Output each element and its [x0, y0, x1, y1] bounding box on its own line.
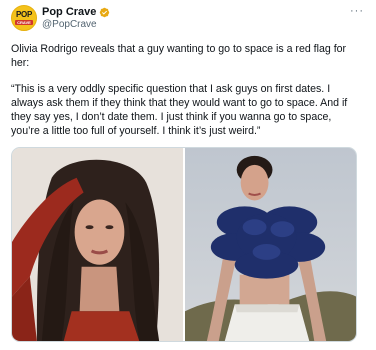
- tweet-intro-text: Olivia Rodrigo reveals that a guy wantin…: [11, 42, 367, 70]
- portrait-photo-right: [185, 148, 356, 341]
- tweet-quote-text: “This is a very oddly specific question …: [11, 82, 367, 138]
- author-handle[interactable]: @PopCrave: [42, 19, 97, 31]
- tweet-text-line: always ask them if they think that they …: [11, 97, 348, 109]
- author-display-name[interactable]: Pop Crave: [42, 6, 96, 19]
- tweet-text-line: you’re a little too full of yourself. I …: [11, 125, 261, 137]
- tweet-photo-right[interactable]: [185, 148, 356, 341]
- tweet-text-line: Olivia Rodrigo reveals that a guy wantin…: [11, 43, 347, 55]
- portrait-photo-left: [12, 148, 183, 341]
- tweet-card: POP CRAVE Pop Crave @PopCrave ··· Olivia…: [0, 0, 376, 350]
- verified-badge-icon: [100, 7, 110, 18]
- avatar-logo-text-top: POP: [16, 10, 32, 19]
- tweet-text-line: they say yes, I don’t date them. I just …: [11, 111, 332, 123]
- author-name-row: Pop Crave: [42, 6, 110, 19]
- tweet-text-line: “This is a very oddly specific question …: [11, 83, 331, 95]
- avatar[interactable]: POP CRAVE: [11, 5, 37, 31]
- tweet-text-line: her:: [11, 57, 30, 69]
- more-options-icon[interactable]: ···: [350, 5, 364, 17]
- avatar-logo-text-bottom: CRAVE: [15, 20, 33, 25]
- tweet-media-grid: [11, 147, 357, 342]
- tweet-photo-left[interactable]: [12, 148, 183, 341]
